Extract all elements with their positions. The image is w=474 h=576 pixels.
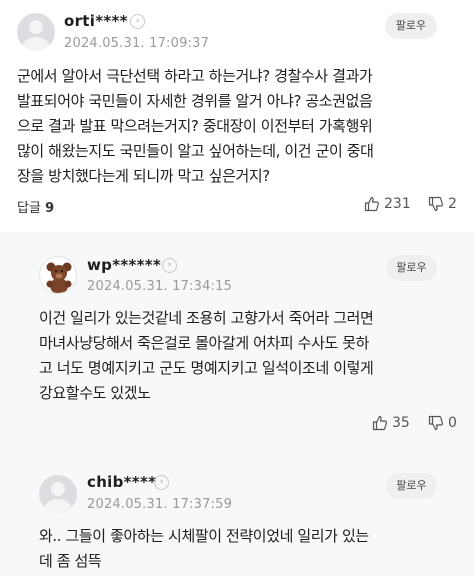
dislike-button[interactable]: 0: [428, 415, 457, 431]
follow-button[interactable]: 팔로우: [386, 255, 437, 281]
thumbs-up-icon: [372, 415, 387, 431]
replies-section: wp****** › 2024.05.31. 17:34:15 팔로우 이건 일…: [0, 232, 474, 576]
chevron-right-icon[interactable]: ›: [130, 14, 145, 29]
chevron-right-icon[interactable]: ›: [154, 475, 169, 490]
avatar[interactable]: [17, 13, 55, 51]
comment-date: 2024.05.31. 17:37:59: [87, 497, 233, 512]
dislike-button[interactable]: 2: [428, 196, 457, 212]
like-button[interactable]: 231: [364, 196, 411, 212]
comment-text: 군에서 알아서 극단선택 하라고 하는거냐? 경찰수사 결과가 발표되어야 국민…: [17, 67, 374, 185]
dislike-count: 0: [448, 415, 457, 431]
reply-toggle[interactable]: 답글 9: [17, 197, 54, 216]
like-count: 35: [392, 415, 410, 431]
reply-count: 9: [45, 201, 55, 216]
follow-button[interactable]: 팔로우: [386, 473, 437, 499]
reply-label: 답글: [17, 201, 41, 216]
bear-icon: [46, 262, 72, 293]
avatar[interactable]: [39, 475, 77, 513]
username[interactable]: wp******: [87, 256, 161, 274]
username[interactable]: chib****: [87, 473, 156, 491]
like-button[interactable]: 35: [372, 415, 410, 431]
thumbs-down-icon: [428, 415, 443, 431]
avatar[interactable]: [39, 256, 77, 294]
comment-text: 이건 일리가 있는것같네 조용히 고향가서 죽어라 그러면 마녀사냥당해서 죽은…: [39, 309, 374, 402]
dislike-count: 2: [448, 196, 457, 212]
username[interactable]: orti****: [64, 12, 128, 30]
thumbs-down-icon: [428, 196, 443, 212]
comment-card: orti**** › 2024.05.31. 17:09:37 팔로우 군에서 …: [0, 0, 474, 232]
comment-date: 2024.05.31. 17:09:37: [64, 36, 210, 51]
like-count: 231: [384, 196, 411, 212]
thumbs-up-icon: [364, 196, 379, 212]
follow-button[interactable]: 팔로우: [385, 13, 437, 39]
comment-text: 와.. 그들이 좋아하는 시체팔이 전략이었네 일리가 있는 데 좀 섬뜩: [39, 527, 369, 570]
chevron-right-icon[interactable]: ›: [162, 258, 177, 273]
comment-date: 2024.05.31. 17:34:15: [87, 279, 233, 294]
